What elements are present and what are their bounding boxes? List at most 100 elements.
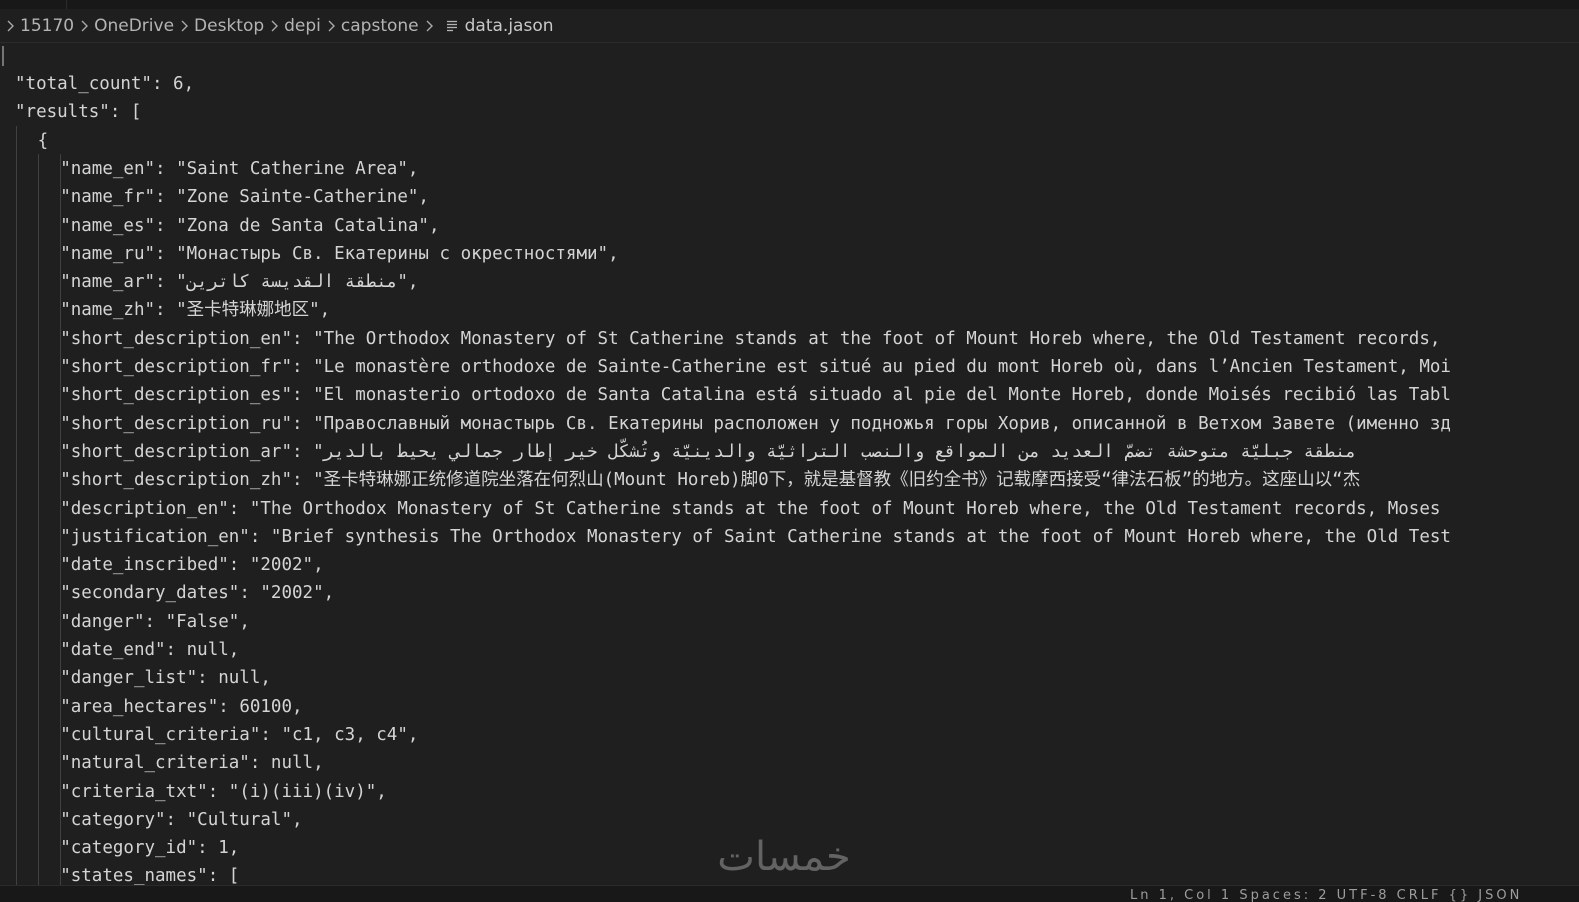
json-value: { (37, 130, 49, 151)
code-line[interactable]: "category": "Cultural", (60, 806, 302, 834)
json-key: "category" (60, 809, 166, 830)
code-line[interactable]: "short_description_en": "The Orthodox Mo… (60, 325, 1440, 353)
code-line[interactable]: "results": [ (15, 98, 141, 126)
breadcrumb-item-15170[interactable]: 15170 (20, 16, 74, 36)
code-line[interactable]: "states_names": [ (60, 862, 239, 885)
code-line[interactable]: "description_en": "The Orthodox Monaster… (60, 495, 1440, 523)
json-comma: , (291, 809, 303, 830)
json-key: "area_hectares" (60, 696, 219, 717)
json-value: null (270, 753, 314, 774)
json-key: "name_fr" (60, 187, 156, 208)
json-value: "El monasterio ortodoxo de Santa Catalin… (313, 385, 1451, 406)
json-key: "date_end" (60, 640, 166, 660)
code-line[interactable]: "short_description_ar": "منطقة جبليّة مت… (60, 438, 1356, 466)
json-value: [ (130, 102, 142, 123)
json-value: 6 (173, 74, 184, 94)
json-colon: : (144, 611, 166, 632)
json-colon: : (291, 470, 314, 491)
code-line[interactable]: "short_description_es": "El monasterio o… (60, 381, 1451, 409)
svg-text:خمسات: خمسات (717, 834, 850, 880)
json-key: "danger" (60, 611, 145, 632)
json-value: "منطقة جبليّة متوحشة تضمّ العديد من المو… (313, 441, 1357, 462)
json-colon: : (291, 413, 314, 434)
json-key: "short_description_ar" (60, 441, 292, 462)
json-comma: , (228, 838, 240, 859)
json-comma: , (319, 300, 331, 321)
json-value: "Монастырь Св. Екатерины с окрестностями… (176, 243, 609, 264)
code-line[interactable]: "name_ru": "Монастырь Св. Екатерины с ок… (60, 240, 618, 268)
json-key: "name_ar" (60, 272, 156, 293)
json-key: "category_id" (60, 838, 198, 859)
code-line[interactable]: "date_inscribed": "2002", (60, 551, 323, 579)
text-lines-icon (439, 16, 465, 36)
json-comma: , (407, 272, 419, 293)
json-key: "name_ru" (60, 243, 156, 264)
code-line[interactable]: { (38, 127, 49, 155)
json-comma: , (260, 668, 271, 689)
json-value: "The Orthodox Monastery of St Catherine … (313, 328, 1441, 349)
json-colon: : (218, 696, 240, 717)
json-colon: : (165, 640, 187, 660)
json-key: "name_es" (60, 215, 156, 236)
breadcrumb-item-capstone[interactable]: capstone (341, 16, 419, 36)
json-colon: : (109, 102, 131, 123)
json-value: "Cultural" (186, 809, 292, 830)
json-key: "name_zh" (60, 300, 156, 321)
json-comma: , (292, 696, 303, 717)
json-key: "short_description_zh" (60, 470, 292, 491)
json-key: "total_count" (15, 74, 152, 94)
json-colon: : (291, 385, 314, 406)
code-line[interactable]: "criteria_txt": "(i)(iii)(iv)", (60, 778, 387, 806)
code-line[interactable]: "natural_criteria": null, (60, 749, 323, 777)
breadcrumb-item-onedrive[interactable]: OneDrive (94, 16, 174, 36)
code-line[interactable]: "danger": "False", (60, 608, 250, 636)
json-key: "name_en" (60, 158, 156, 179)
code-line[interactable]: "name_en": "Saint Catherine Area", (60, 155, 418, 183)
code-editor[interactable]: "total_count": 6, "results": [{"name_en":… (0, 70, 1579, 885)
breadcrumb: 15170 OneDrive Desktop depi capstone dat… (0, 10, 1579, 42)
json-value: "圣卡特琳娜正统修道院坐落在何烈山(Mount Horeb)脚0下，就是基督教《… (313, 470, 1361, 491)
json-key: "results" (15, 102, 110, 123)
json-value: null (186, 640, 229, 660)
code-line[interactable]: "name_zh": "圣卡特琳娜地区", (60, 296, 330, 324)
code-line[interactable]: "justification_en": "Brief synthesis The… (60, 523, 1451, 551)
json-key: "short_description_ru" (60, 413, 292, 434)
indent-guide (38, 154, 39, 885)
breadcrumb-item-desktop[interactable]: Desktop (194, 16, 264, 36)
json-comma: , (228, 640, 240, 660)
breadcrumb-item-depi[interactable]: depi (284, 16, 321, 36)
code-line[interactable]: "date_end": null, (60, 636, 239, 664)
chevron-right-icon (419, 16, 439, 36)
json-key: "states_names" (60, 866, 208, 885)
json-key: "short_description_es" (60, 385, 292, 406)
json-key: "natural_criteria" (60, 753, 250, 774)
json-colon: : (228, 555, 250, 576)
code-line[interactable]: "short_description_ru": "Православный мо… (60, 410, 1451, 438)
json-colon: : (228, 498, 250, 519)
json-colon: : (207, 781, 229, 802)
code-line[interactable]: "cultural_criteria": "c1, c3, c4", (60, 721, 418, 749)
chevron-right-icon (0, 16, 20, 36)
code-line[interactable]: "area_hectares": 60100, (60, 693, 302, 721)
breadcrumb-file[interactable]: data.jason (465, 16, 554, 36)
code-line[interactable]: "name_es": "Zona de Santa Catalina", (60, 212, 439, 240)
chevron-right-icon (321, 16, 341, 36)
json-key: "danger_list" (60, 668, 198, 689)
json-value: "Православный монастырь Св. Екатерины ра… (313, 413, 1451, 434)
json-key: "date_inscribed" (60, 555, 229, 576)
json-colon: : (197, 838, 219, 859)
code-line[interactable]: "name_ar": "منطقة القديسة كاترين", (60, 268, 418, 296)
code-line[interactable]: "short_description_fr": "Le monastère or… (60, 353, 1451, 381)
code-line[interactable]: "short_description_zh": "圣卡特琳娜正统修道院坐落在何烈… (60, 466, 1360, 494)
chevron-right-icon (264, 16, 284, 36)
code-line[interactable]: "name_fr": "Zone Sainte-Catherine", (60, 183, 429, 211)
code-line[interactable]: "category_id": 1, (60, 834, 239, 862)
code-line[interactable]: "total_count": 6, (15, 70, 194, 98)
json-comma: , (313, 555, 324, 576)
breadcrumb-divider (0, 42, 1579, 43)
code-line[interactable]: "secondary_dates": "2002", (60, 579, 334, 607)
json-value: 60100 (239, 696, 292, 717)
tab-strip (0, 0, 1579, 9)
code-line[interactable]: "danger_list": null, (60, 664, 271, 692)
chevron-right-icon (174, 16, 194, 36)
